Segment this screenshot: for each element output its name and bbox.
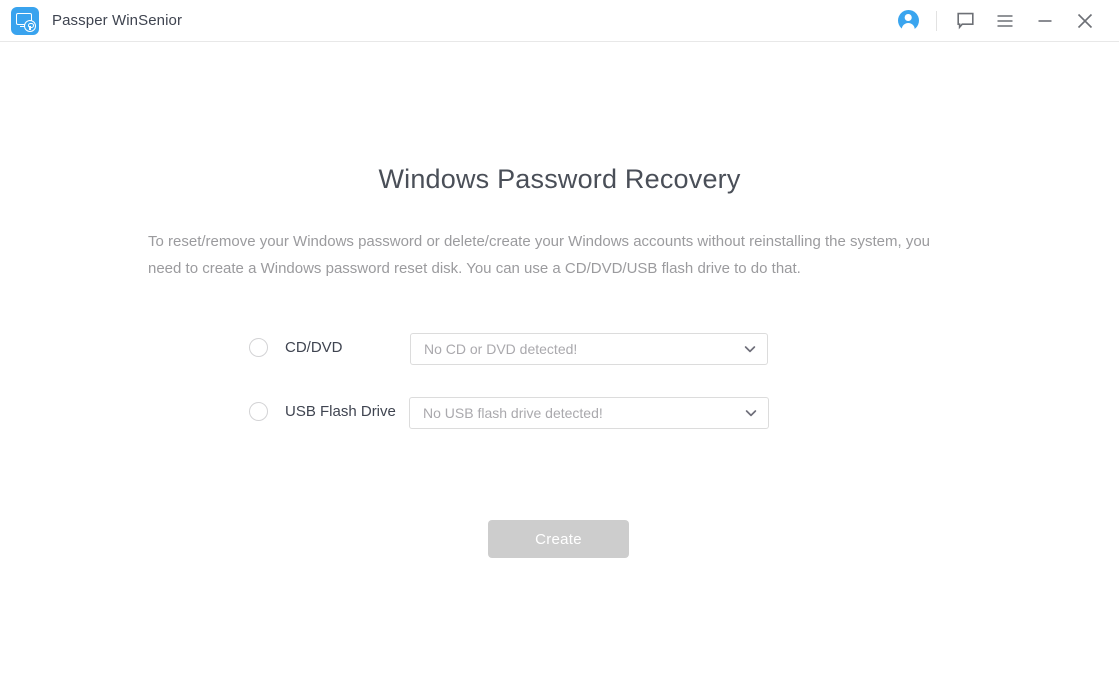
app-title: Passper WinSenior — [52, 12, 183, 29]
main-content: Windows Password Recovery To reset/remov… — [0, 42, 1119, 687]
titlebar-divider — [936, 10, 937, 31]
titlebar: Passper WinSenior — [0, 0, 1119, 42]
option-row-cd-dvd[interactable]: CD/DVD — [249, 338, 343, 357]
menu-button[interactable] — [985, 0, 1025, 42]
hamburger-menu-icon — [997, 14, 1013, 27]
select-value-usb-flash-drive: No USB flash drive detected! — [423, 405, 603, 421]
feedback-button[interactable] — [945, 0, 985, 42]
speech-bubble-icon — [956, 12, 974, 30]
app-identity: Passper WinSenior — [0, 6, 183, 35]
close-icon — [1077, 13, 1093, 28]
select-value-cd-dvd: No CD or DVD detected! — [424, 341, 578, 357]
minimize-button[interactable] — [1025, 0, 1065, 42]
page-description: To reset/remove your Windows password or… — [148, 233, 931, 277]
minimize-icon — [1038, 19, 1052, 22]
select-usb-flash-drive[interactable]: No USB flash drive detected! — [409, 397, 769, 429]
radio-usb-flash-drive[interactable] — [249, 402, 268, 421]
radio-label-cd-dvd: CD/DVD — [285, 339, 343, 356]
radio-cd-dvd[interactable] — [249, 338, 268, 357]
account-button[interactable] — [888, 0, 928, 42]
create-button[interactable]: Create — [488, 520, 629, 558]
chevron-down-icon — [744, 346, 756, 353]
radio-label-usb-flash-drive: USB Flash Drive — [285, 403, 396, 420]
lock-badge-shape — [24, 19, 36, 32]
option-row-usb-flash-drive[interactable]: USB Flash Drive — [249, 402, 396, 421]
user-avatar-icon — [897, 10, 919, 31]
titlebar-actions — [888, 0, 1119, 42]
chevron-down-icon — [745, 410, 757, 417]
monitor-lock-icon — [11, 6, 39, 35]
close-button[interactable] — [1065, 0, 1105, 42]
select-cd-dvd[interactable]: No CD or DVD detected! — [410, 333, 768, 365]
page-title: Windows Password Recovery — [378, 164, 741, 194]
